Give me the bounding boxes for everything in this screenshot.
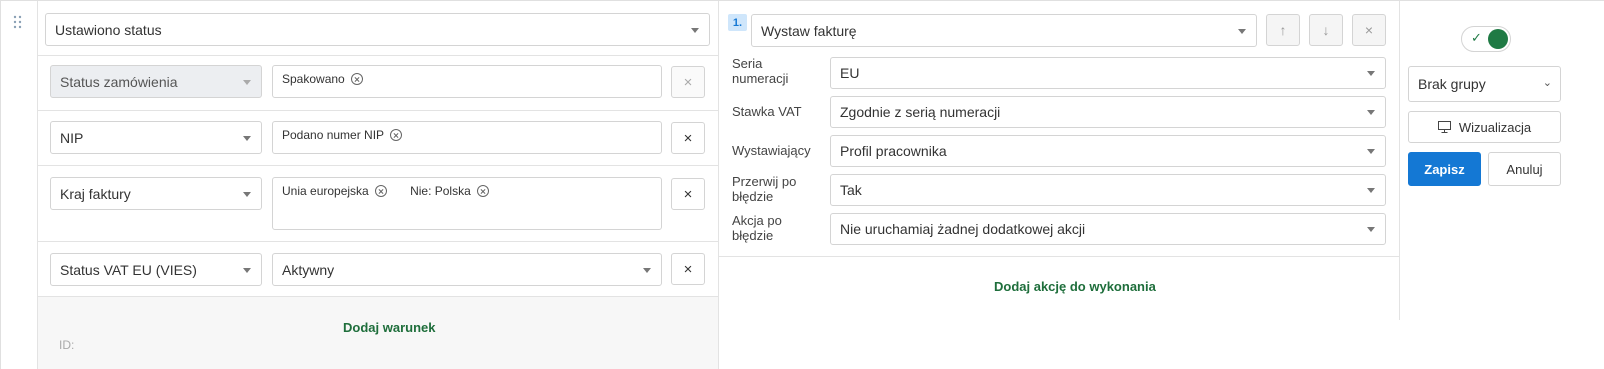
monitor-icon (1437, 121, 1451, 133)
active-toggle[interactable]: ✓ (1461, 26, 1511, 52)
field-label: Seria numeracji (732, 56, 789, 86)
series-select-value: EU (840, 65, 860, 81)
chevron-down-icon: ⌄ (1542, 77, 1552, 89)
field-label: Akcja po błędzie (732, 213, 782, 243)
stop-on-error-select-value: Tak (840, 182, 862, 198)
move-up-button[interactable]: ↑ (1266, 14, 1300, 46)
left-border (0, 0, 1, 369)
action-select[interactable]: Wystaw fakturę (751, 14, 1257, 47)
arrow-down-icon: ↓ (1322, 22, 1330, 38)
check-icon: ✓ (1471, 30, 1482, 45)
field-label: Wystawiający (732, 143, 811, 158)
chevron-down-icon (1367, 227, 1375, 232)
remove-condition-button[interactable]: × (671, 253, 705, 285)
column-divider (718, 0, 719, 369)
remove-action-button[interactable]: × (1352, 14, 1386, 46)
remove-condition-button[interactable]: × (671, 178, 705, 210)
visualize-label: Wizualizacja (1458, 119, 1532, 135)
vat-rate-select-value: Zgodnie z serią numeracji (840, 104, 1001, 120)
top-border (0, 0, 1604, 1)
chevron-down-icon (1367, 149, 1375, 154)
chevron-down-icon (1367, 71, 1375, 76)
chevron-down-icon (691, 27, 699, 33)
condition-value-box[interactable]: Spakowano (272, 65, 662, 98)
condition-field-value: Kraj faktury (60, 185, 131, 202)
chevron-down-icon (1367, 188, 1375, 193)
trigger-select-value: Ustawiono status (55, 21, 162, 38)
remove-condition-button[interactable]: × (671, 122, 705, 154)
id-label: ID: (59, 338, 75, 352)
condition-field-value: NIP (60, 129, 84, 146)
condition-field-select[interactable]: NIP (50, 121, 262, 154)
condition-value: Aktywny (282, 261, 335, 278)
condition-field-select[interactable]: Status zamówienia (50, 65, 262, 98)
move-down-button[interactable]: ↓ (1309, 14, 1343, 46)
cancel-button[interactable]: Anuluj (1488, 152, 1561, 186)
divider (37, 55, 718, 56)
chevron-down-icon (1367, 110, 1375, 115)
drag-handle-icon[interactable] (13, 15, 23, 29)
remove-condition-label: × (683, 73, 693, 91)
remove-tag-icon[interactable] (390, 129, 403, 141)
chevron-down-icon (243, 267, 251, 273)
divider (37, 241, 718, 242)
value-tag-label: Unia europejska (282, 184, 369, 198)
group-select-value: Brak grupy (1418, 76, 1486, 92)
error-action-select[interactable]: Nie uruchamiaj żadnej dodatkowej akcji (830, 213, 1386, 245)
chevron-down-icon (243, 135, 251, 141)
condition-field-select[interactable]: Status VAT EU (VIES) (50, 253, 262, 286)
remove-tag-icon[interactable] (374, 185, 387, 197)
divider (718, 256, 1399, 257)
value-tag-label: Spakowano (282, 72, 345, 86)
error-action-select-value: Nie uruchamiaj żadnej dodatkowej akcji (840, 221, 1086, 237)
arrow-up-icon: ↑ (1279, 22, 1287, 38)
value-tag: Nie: Polska (410, 184, 489, 198)
chevron-down-icon (1238, 28, 1246, 34)
value-tag: Unia europejska (282, 184, 387, 198)
issuer-select-value: Profil pracownika (840, 143, 947, 159)
save-label: Zapisz (1424, 161, 1465, 177)
save-button[interactable]: Zapisz (1408, 152, 1481, 186)
remove-condition-label: × (683, 260, 693, 278)
vat-rate-select[interactable]: Zgodnie z serią numeracji (830, 96, 1386, 128)
value-tag-label: Nie: Polska (410, 184, 471, 198)
condition-field-value: Status VAT EU (VIES) (60, 261, 197, 278)
cancel-label: Anuluj (1506, 161, 1543, 177)
close-icon: × (1364, 22, 1374, 38)
condition-value-box[interactable]: Podano numer NIP (272, 121, 662, 154)
series-select[interactable]: EU (830, 57, 1386, 89)
action-number-badge: 1. (728, 14, 747, 31)
remove-tag-icon[interactable] (476, 185, 489, 197)
value-tag-label: Podano numer NIP (282, 128, 385, 142)
divider (37, 165, 718, 166)
chevron-down-icon (243, 79, 251, 85)
group-select[interactable]: Brak grupy ⌄ (1408, 66, 1561, 102)
remove-tag-icon[interactable] (350, 73, 363, 85)
visualize-button[interactable]: Wizualizacja (1408, 111, 1561, 143)
toggle-knob (1488, 29, 1508, 49)
add-action-link[interactable]: Dodaj akcję do wykonania (994, 279, 1156, 294)
remove-condition-label: × (683, 185, 693, 203)
condition-value-box[interactable]: Unia europejska Nie: Polska (272, 177, 662, 230)
remove-condition-label: × (683, 129, 693, 147)
remove-condition-button[interactable]: × (671, 66, 705, 98)
field-label: Przerwij po błędzie (732, 174, 797, 204)
chevron-down-icon (643, 267, 651, 273)
sidebar-divider (1399, 0, 1400, 320)
trigger-select[interactable]: Ustawiono status (45, 13, 710, 46)
condition-field-value: Status zamówienia (60, 73, 178, 90)
field-label: Stawka VAT (732, 104, 802, 119)
issuer-select[interactable]: Profil pracownika (830, 135, 1386, 167)
stop-on-error-select[interactable]: Tak (830, 174, 1386, 206)
value-tag: Spakowano (282, 72, 363, 86)
condition-field-select[interactable]: Kraj faktury (50, 177, 262, 210)
add-condition-link[interactable]: Dodaj warunek (343, 320, 435, 335)
chevron-down-icon (243, 191, 251, 197)
divider (37, 110, 718, 111)
action-select-value: Wystaw fakturę (761, 22, 857, 39)
value-tag: Podano numer NIP (282, 128, 403, 142)
condition-value-select[interactable]: Aktywny (272, 253, 662, 286)
